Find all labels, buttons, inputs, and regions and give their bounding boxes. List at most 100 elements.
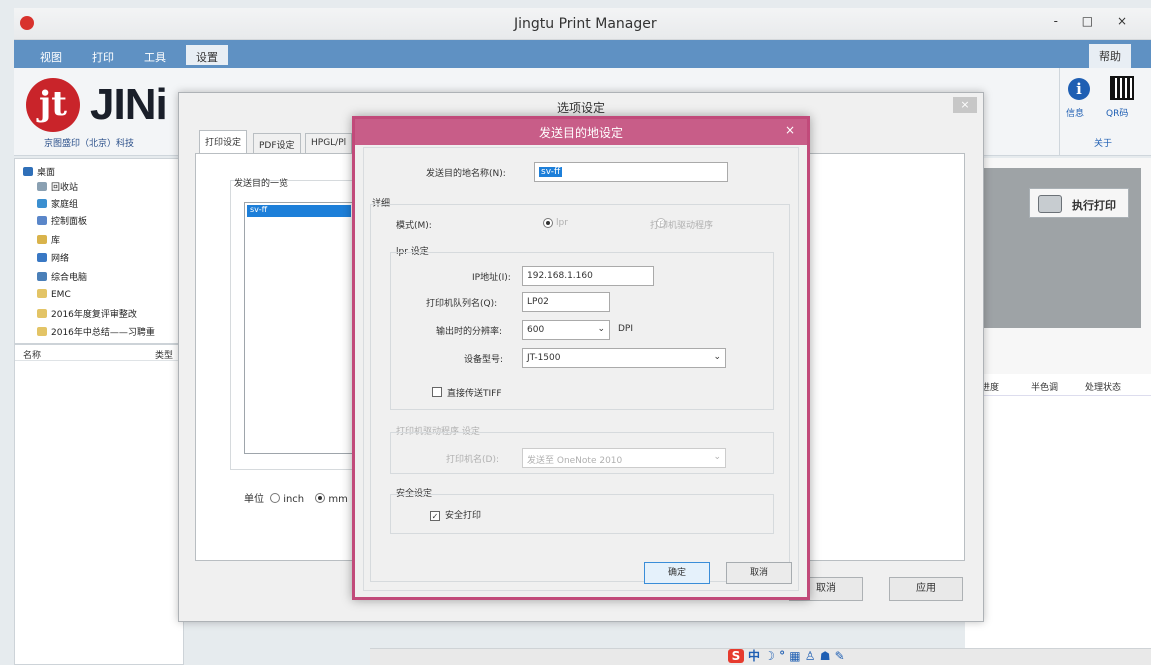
resolution-value: 600	[527, 325, 545, 335]
destination-dialog-body: 发送目的地名称(N): sv-ff 详细 模式(M): lpr 打印机驱动程序 …	[363, 147, 799, 591]
info-icon[interactable]: i	[1068, 78, 1090, 100]
app-icon	[20, 16, 34, 30]
destination-list-item[interactable]: sv-ff	[247, 205, 351, 217]
resolution-select[interactable]: 600 ⌄	[522, 320, 610, 340]
ok-button[interactable]: 确定	[644, 562, 710, 584]
ime-tools[interactable]: 中 ☽ ° ▦ ♙ ☗ ✎	[748, 649, 845, 663]
printer-name-select[interactable]: 发送至 OneNote 2010 ⌄	[522, 448, 726, 468]
folder-icon	[37, 289, 47, 298]
options-apply-button[interactable]: 应用	[889, 577, 963, 601]
tree-item-desktop[interactable]: 桌面	[23, 165, 55, 180]
folder-icon	[37, 309, 47, 318]
resolution-label: 输出时的分辨率:	[436, 327, 503, 337]
tab-pdf-settings[interactable]: PDF设定	[253, 133, 301, 153]
destination-close-button[interactable]: ×	[781, 123, 799, 139]
direct-tiff-row[interactable]: 直接传送TIFF	[432, 386, 502, 399]
logo-text: JINi	[90, 80, 168, 129]
recycle-bin-icon	[37, 182, 47, 191]
model-value: JT-1500	[527, 353, 561, 363]
qr-label[interactable]: QR码	[1106, 106, 1128, 119]
tree-item-computer[interactable]: 综合电脑	[37, 270, 87, 285]
model-label: 设备型号:	[464, 355, 504, 365]
tree-item-label: 回收站	[51, 183, 79, 193]
file-list: 名称 类型	[14, 344, 184, 665]
print-queue-panel: 执行打印 进度 半色调 处理状态	[965, 158, 1151, 665]
direct-tiff-checkbox[interactable]	[432, 387, 442, 397]
menu-help[interactable]: 帮助	[1089, 44, 1131, 68]
menu-print[interactable]: 打印	[82, 45, 124, 65]
mode-driver-label: 打印机驱动程序	[650, 221, 714, 231]
tree-item-folder-review[interactable]: 2016年度复评审整改	[37, 307, 137, 322]
dpi-label: DPI	[618, 324, 634, 334]
options-close-button[interactable]: ×	[953, 97, 977, 113]
control-panel-icon	[37, 216, 47, 225]
destination-dialog-title: 发送目的地设定	[538, 126, 623, 140]
tree-item-label: 控制面板	[51, 217, 88, 227]
title-bar: Jingtu Print Manager - □ ×	[14, 8, 1151, 40]
tree-item-label: 网络	[51, 254, 70, 264]
dest-name-field[interactable]: sv-ff	[534, 162, 728, 182]
secure-print-checkbox[interactable]: ✓	[430, 511, 440, 521]
ip-field[interactable]: 192.168.1.160	[522, 266, 654, 286]
dest-name-label: 发送目的地名称(N):	[426, 169, 506, 179]
tree-item-folder-summary[interactable]: 2016年中总结——习聘重	[37, 325, 155, 340]
unit-row: 单位 inch mm	[244, 490, 348, 505]
tab-print-settings[interactable]: 打印设定	[199, 130, 248, 154]
column-name[interactable]: 名称	[23, 348, 41, 361]
tree-item-library[interactable]: 库	[37, 233, 60, 248]
cancel-button[interactable]: 取消	[726, 562, 792, 584]
folder-icon	[37, 327, 47, 336]
mode-label: 模式(M):	[396, 221, 432, 231]
tree-item-label: 库	[51, 236, 61, 246]
unit-mm-label: mm	[328, 494, 348, 505]
secure-print-label: 安全打印	[445, 511, 482, 521]
computer-icon	[37, 272, 47, 281]
direct-tiff-label: 直接传送TIFF	[447, 389, 502, 399]
ime-toolbar[interactable]: S 中 ☽ ° ▦ ♙ ☗ ✎	[728, 647, 888, 663]
menu-tools[interactable]: 工具	[134, 45, 176, 65]
menu-view[interactable]: 视图	[30, 45, 72, 65]
unit-inch-radio[interactable]	[270, 493, 281, 503]
menu-settings[interactable]: 设置	[186, 45, 228, 65]
execute-print-button[interactable]: 执行打印	[1029, 188, 1129, 218]
about-label: 关于	[1094, 139, 1113, 149]
ime-logo: S	[728, 649, 744, 663]
queue-header: 进度 半色调 处理状态	[965, 374, 1151, 396]
tree-item-emc[interactable]: EMC	[37, 289, 71, 304]
chevron-down-icon: ⌄	[713, 352, 721, 362]
tree-item-label: 2016年中总结——习聘重	[51, 328, 155, 338]
window-controls[interactable]: - □ ×	[1054, 14, 1137, 28]
app-title: Jingtu Print Manager	[514, 16, 657, 32]
unit-label: 单位	[244, 494, 264, 505]
chevron-down-icon: ⌄	[713, 452, 721, 462]
tree-item-label: 2016年度复评审整改	[51, 310, 137, 320]
tab-hpgl[interactable]: HPGL/Pl	[305, 133, 353, 153]
tree-item-label: 桌面	[37, 168, 56, 178]
column-halftone[interactable]: 半色调	[1031, 380, 1058, 393]
tree-item-label: EMC	[51, 290, 71, 300]
destination-settings-dialog: 发送目的地设定 × 发送目的地名称(N): sv-ff 详细 模式(M): lp…	[352, 116, 810, 600]
folder-tree: 桌面 回收站 家庭组 控制面板 库 网络 综合电脑 EMC 2016年度复评审整…	[14, 158, 184, 344]
column-type[interactable]: 类型	[155, 348, 173, 361]
ribbon-about-group: i 信息 QR码 关于	[1059, 68, 1151, 156]
model-select[interactable]: JT-1500 ⌄	[522, 348, 726, 368]
ip-label: IP地址(I):	[472, 273, 511, 283]
queue-field[interactable]: LP02	[522, 292, 610, 312]
mode-lpr-radio[interactable]	[543, 218, 553, 228]
column-status[interactable]: 处理状态	[1085, 380, 1121, 393]
file-list-header: 名称 类型	[15, 345, 183, 361]
tree-item-network[interactable]: 网络	[37, 251, 69, 266]
tree-item-homegroup[interactable]: 家庭组	[37, 197, 78, 212]
tree-item-control-panel[interactable]: 控制面板	[37, 214, 87, 229]
printer-name-value: 发送至 OneNote 2010	[527, 456, 623, 466]
qr-code-icon[interactable]	[1110, 76, 1134, 100]
secure-print-row[interactable]: ✓ 安全打印	[430, 508, 481, 521]
info-label[interactable]: 信息	[1066, 106, 1084, 119]
unit-inch-label: inch	[283, 494, 305, 505]
destination-list[interactable]: sv-ff	[244, 202, 354, 454]
tree-item-recycle[interactable]: 回收站	[37, 180, 78, 195]
unit-mm-radio[interactable]	[315, 493, 326, 503]
network-icon	[37, 253, 47, 262]
printer-icon	[1038, 195, 1062, 213]
tree-item-label: 家庭组	[51, 200, 79, 210]
